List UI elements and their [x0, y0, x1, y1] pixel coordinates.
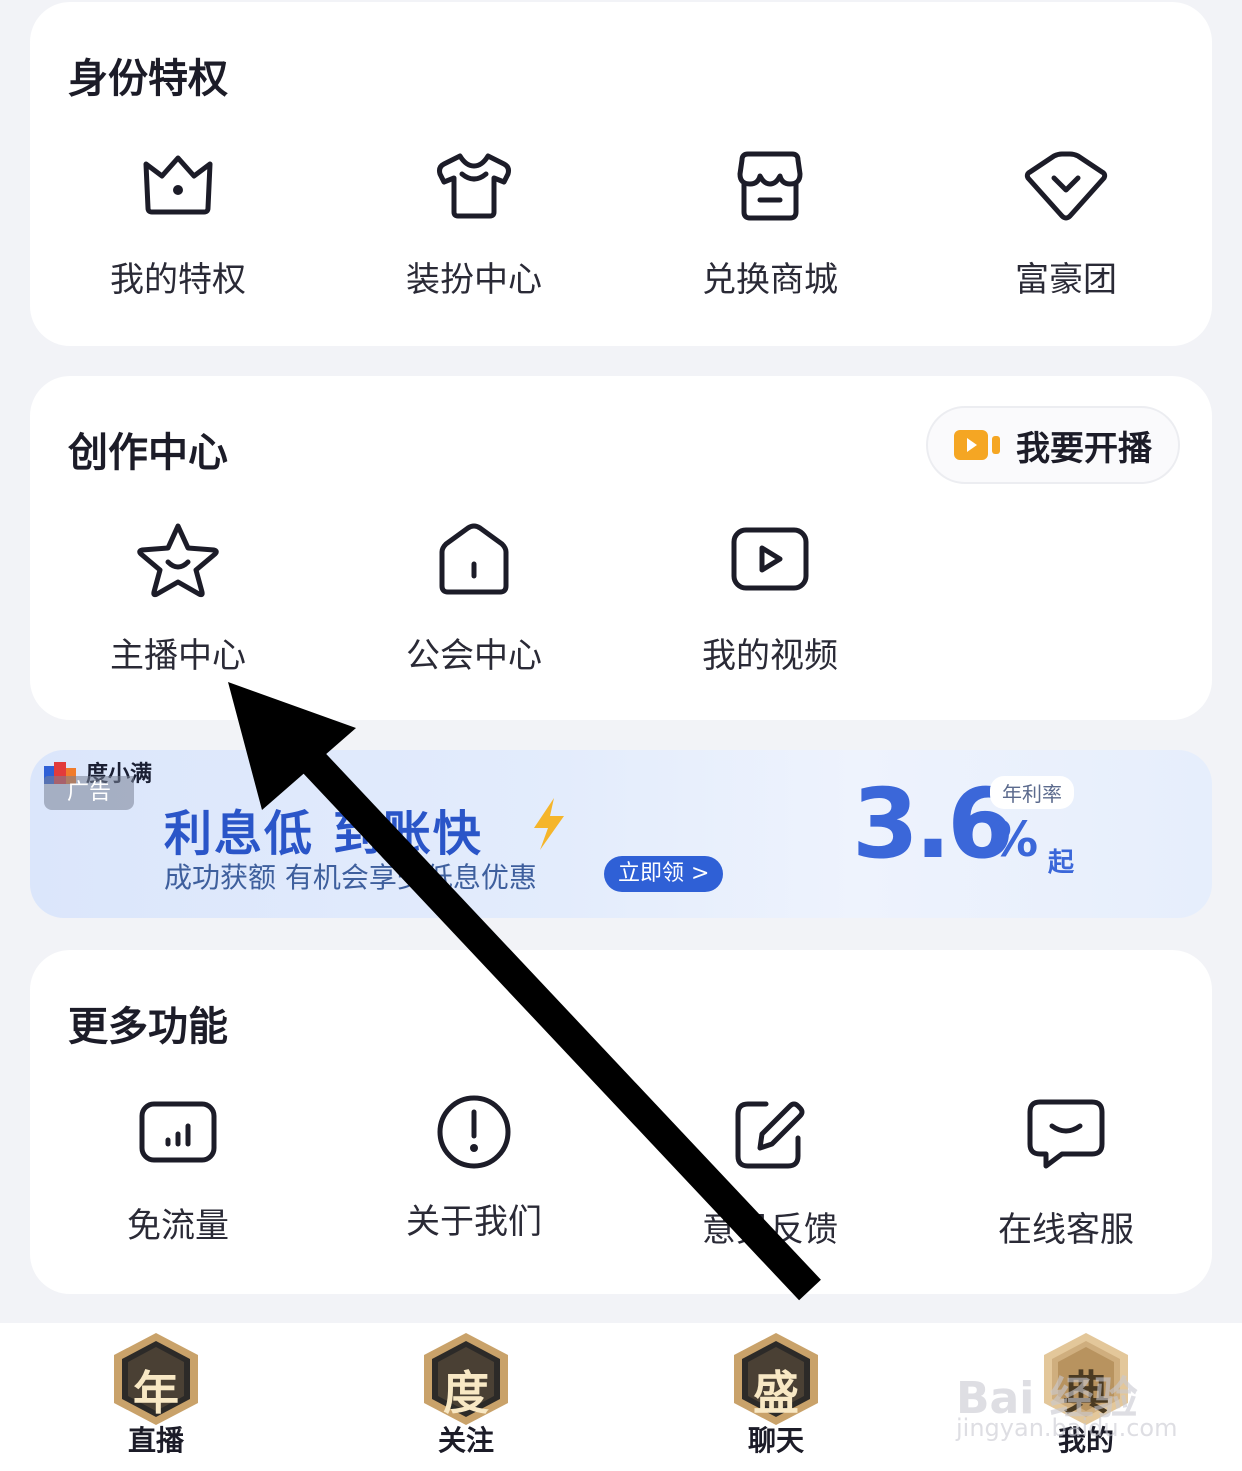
diamond-icon	[1024, 151, 1108, 221]
edit-feedback-icon	[735, 1101, 805, 1169]
privilege-item-my-privileges[interactable]: 我的特权	[30, 150, 326, 301]
ad-tag: 广告	[44, 776, 134, 810]
more-features-card: 更多功能 免流量 关于我们 意见反馈 在线客服	[30, 950, 1212, 1294]
more-item-about-us[interactable]: 关于我们	[326, 1092, 622, 1243]
more-item-online-service[interactable]: 在线客服	[918, 1096, 1214, 1251]
creation-item-label: 公会中心	[406, 636, 542, 676]
ad-cta-button[interactable]: 立即领 >	[604, 856, 724, 892]
ad-rate-value: 3.6	[852, 768, 1014, 880]
lightning-icon	[534, 798, 564, 850]
privilege-item-label: 装扮中心	[406, 260, 542, 300]
more-item-label: 意见反馈	[702, 1210, 838, 1250]
tab-label: 聊天	[747, 1424, 804, 1457]
creation-title: 创作中心	[68, 430, 228, 476]
tab-badge-char: 度	[443, 1366, 489, 1420]
creation-item-label: 我的视频	[702, 636, 838, 676]
creation-item-my-videos[interactable]: 我的视频	[622, 522, 918, 677]
start-live-label: 我要开播	[1016, 428, 1152, 469]
more-features-title: 更多功能	[68, 1004, 228, 1050]
ad-subtitle: 成功获额 有机会享受低息优惠	[164, 861, 537, 894]
tab-live[interactable]: 年 直播	[86, 1331, 226, 1459]
creation-card: 创作中心 我要开播 主播中心 公会中心 我的视频	[30, 376, 1212, 720]
ad-rate-unit: %	[990, 812, 1039, 868]
chat-bubble-icon	[1027, 1099, 1105, 1169]
tab-label: 关注	[437, 1424, 494, 1457]
creation-item-guild-center[interactable]: 公会中心	[326, 522, 622, 677]
crown-icon	[143, 155, 213, 215]
info-exclamation-icon	[437, 1095, 511, 1169]
ad-rate-label: 年利率	[990, 776, 1074, 809]
tab-follow[interactable]: 度 关注	[396, 1331, 536, 1459]
more-item-label: 关于我们	[406, 1202, 542, 1242]
privilege-item-label: 兑换商城	[702, 260, 838, 300]
watermark-url: jingyan.baidu.com	[956, 1414, 1178, 1442]
tab-chat[interactable]: 盛 聊天	[706, 1331, 846, 1459]
more-item-label: 在线客服	[998, 1210, 1134, 1250]
privilege-item-rich-club[interactable]: 富豪团	[918, 150, 1214, 301]
creation-item-anchor-center[interactable]: 主播中心	[30, 522, 326, 677]
privileges-card: 身份特权 我的特权 装扮中心 兑换商城 富豪团	[30, 2, 1212, 346]
more-item-feedback[interactable]: 意见反馈	[622, 1096, 918, 1251]
privileges-title: 身份特权	[68, 56, 228, 102]
data-traffic-icon	[139, 1101, 217, 1163]
video-icon	[731, 527, 809, 591]
privilege-item-dressup-center[interactable]: 装扮中心	[326, 150, 622, 301]
privilege-item-label: 富豪团	[1015, 260, 1117, 300]
tab-badge-char: 年	[133, 1366, 179, 1420]
shop-icon	[737, 151, 803, 221]
tshirt-icon	[437, 153, 511, 219]
creation-item-label: 主播中心	[110, 636, 246, 676]
house-icon	[439, 523, 509, 595]
tab-badge-char: 盛	[753, 1366, 799, 1420]
more-item-label: 免流量	[127, 1206, 229, 1246]
loan-ad-banner[interactable]: 度小满 广告 利息低 到账快 成功获额 有机会享受低息优惠 立即领 > 3.6 …	[30, 750, 1212, 918]
privilege-item-exchange-mall[interactable]: 兑换商城	[622, 150, 918, 301]
tab-label: 直播	[127, 1424, 184, 1457]
more-item-free-data[interactable]: 免流量	[30, 1096, 326, 1247]
privilege-item-label: 我的特权	[110, 260, 246, 300]
start-live-button[interactable]: 我要开播	[926, 406, 1180, 484]
live-camera-icon	[954, 430, 1000, 460]
ad-headline: 利息低 到账快	[164, 806, 483, 862]
ad-rate-suffix: 起	[1048, 848, 1075, 878]
star-icon	[137, 523, 219, 598]
